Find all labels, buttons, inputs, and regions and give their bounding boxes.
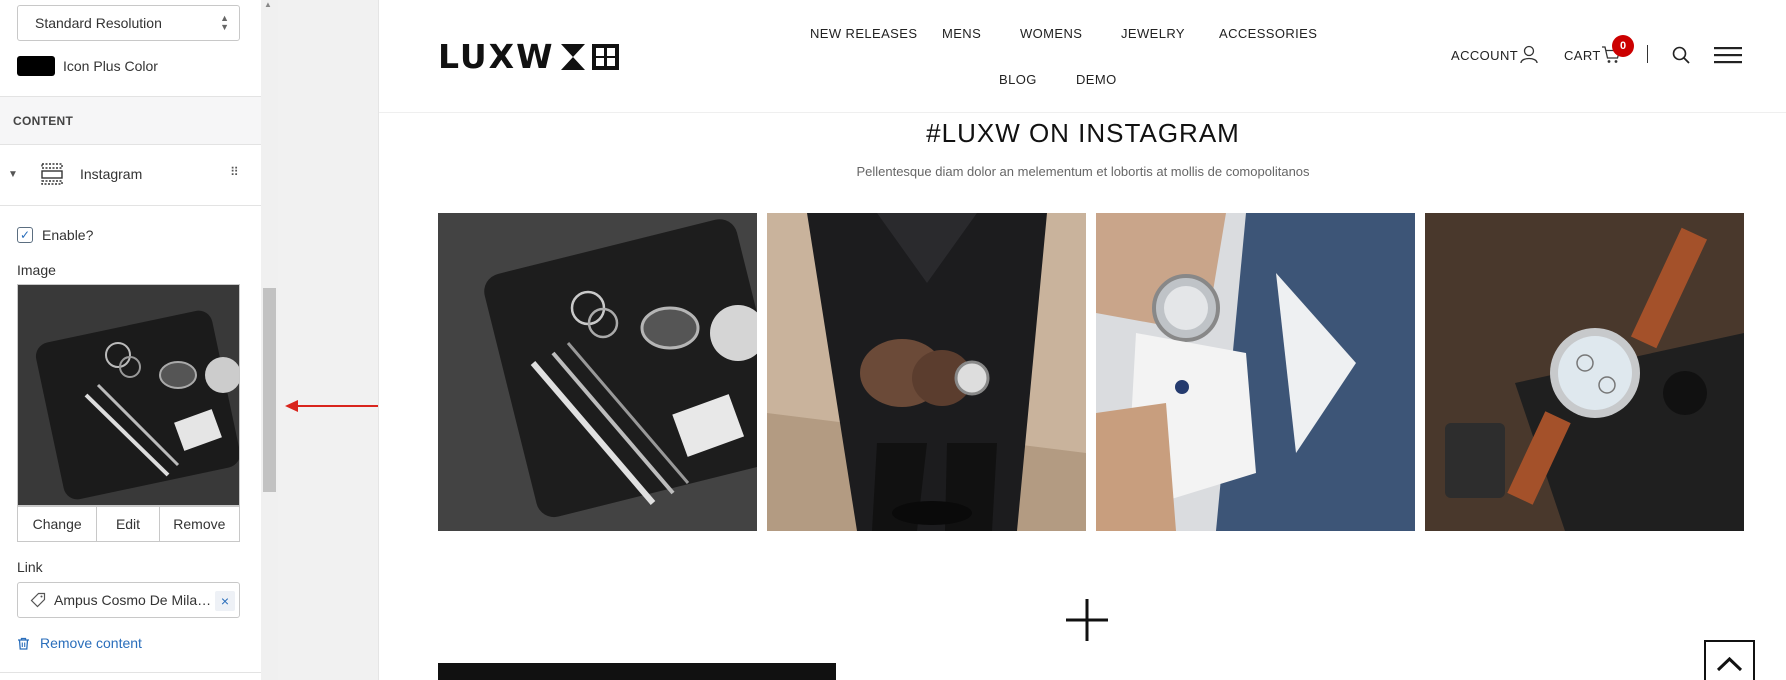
panel-scrollbar-thumb[interactable] [263, 288, 276, 492]
section-block-icon [41, 163, 63, 185]
scroll-up-icon[interactable]: ▲ [264, 0, 272, 9]
promo-banner [438, 663, 836, 680]
instagram-tile[interactable] [1425, 213, 1744, 531]
divider [0, 205, 261, 206]
link-field-label: Link [17, 559, 43, 575]
resolution-select-value: Standard Resolution [35, 15, 162, 31]
preview-gutter [278, 0, 378, 680]
site-logo[interactable]: LUXW [438, 37, 621, 76]
theme-editor-panel: Standard Resolution ▲ ▼ Icon Plus Color C… [0, 0, 261, 680]
nav-womens[interactable]: WOMENS [1020, 26, 1082, 41]
icon-plus-color-setting[interactable]: Icon Plus Color [17, 56, 158, 76]
link-value: Ampus Cosmo De Milan... [54, 592, 214, 608]
hamburger-menu-icon[interactable] [1714, 46, 1742, 64]
image-preview [17, 284, 240, 506]
plus-icon[interactable] [1066, 599, 1108, 641]
header-separator [1647, 45, 1648, 63]
jewelry-tray-thumbnail [18, 285, 239, 505]
remove-content-link[interactable]: Remove content [17, 635, 142, 651]
instagram-title: #LUXW ON INSTAGRAM [926, 118, 1240, 148]
nav-blog[interactable]: BLOG [999, 72, 1037, 87]
image-field-label: Image [17, 262, 56, 278]
logo-text: LUXW [438, 37, 555, 76]
instagram-tile[interactable] [1096, 213, 1415, 531]
instagram-tile[interactable] [767, 213, 1086, 531]
color-swatch[interactable] [17, 56, 55, 76]
image-actions: Change Edit Remove [17, 506, 240, 542]
enable-checkbox-row[interactable]: ✓ Enable? [17, 227, 93, 243]
instagram-subtitle: Pellentesque diam dolor an melementum et… [856, 164, 1310, 179]
leather-watch-image [1425, 213, 1744, 531]
logo-mark-icon [560, 43, 619, 70]
resolution-select[interactable]: Standard Resolution ▲ ▼ [17, 5, 240, 41]
block-label: Instagram [80, 166, 143, 182]
jewelry-tray-image [438, 213, 757, 531]
drag-handle-icon[interactable]: ⠿ [230, 165, 239, 179]
select-arrows-icon: ▲ ▼ [220, 13, 229, 32]
suit-watch-image [767, 213, 1086, 531]
cufflink-watch-image [1096, 213, 1415, 531]
remove-image-button[interactable]: Remove [159, 507, 239, 541]
cart-link[interactable]: CART [1564, 48, 1601, 63]
change-image-button[interactable]: Change [18, 507, 98, 541]
nav-demo[interactable]: DEMO [1076, 72, 1117, 87]
collapse-caret-icon[interactable]: ▼ [8, 169, 18, 180]
edit-image-button[interactable]: Edit [97, 507, 160, 541]
trash-icon [18, 637, 29, 650]
remove-content-label: Remove content [40, 635, 142, 651]
annotation-arrow-icon [285, 400, 389, 412]
instagram-grid [438, 213, 1744, 531]
divider [0, 672, 261, 673]
account-link[interactable]: ACCOUNT [1451, 48, 1518, 63]
link-picker[interactable]: Ampus Cosmo De Milan... × [17, 582, 240, 618]
cart-count-badge: 0 [1612, 35, 1634, 57]
back-to-top-button[interactable] [1704, 640, 1755, 680]
section-title: CONTENT [13, 114, 74, 128]
instagram-block-row[interactable]: ▼ Instagram ⠿ [0, 145, 261, 205]
nav-accessories[interactable]: ACCESSORIES [1219, 26, 1317, 41]
nav-jewelry[interactable]: JEWELRY [1121, 26, 1185, 41]
color-setting-label: Icon Plus Color [63, 58, 158, 74]
nav-new-releases[interactable]: NEW RELEASES [810, 26, 917, 41]
clear-link-icon[interactable]: × [215, 591, 235, 611]
site-header: LUXW NEW RELEASES MENS WOMENS JEWELRY AC… [379, 0, 1786, 113]
store-preview: LUXW NEW RELEASES MENS WOMENS JEWELRY AC… [378, 0, 1786, 680]
enable-label: Enable? [42, 227, 94, 243]
enable-checkbox[interactable]: ✓ [17, 227, 33, 243]
nav-mens[interactable]: MENS [942, 26, 981, 41]
tag-icon [30, 592, 46, 608]
search-icon[interactable] [1672, 46, 1690, 64]
instagram-tile[interactable] [438, 213, 757, 531]
chevron-up-icon [1716, 656, 1743, 672]
user-icon[interactable] [1520, 45, 1538, 64]
